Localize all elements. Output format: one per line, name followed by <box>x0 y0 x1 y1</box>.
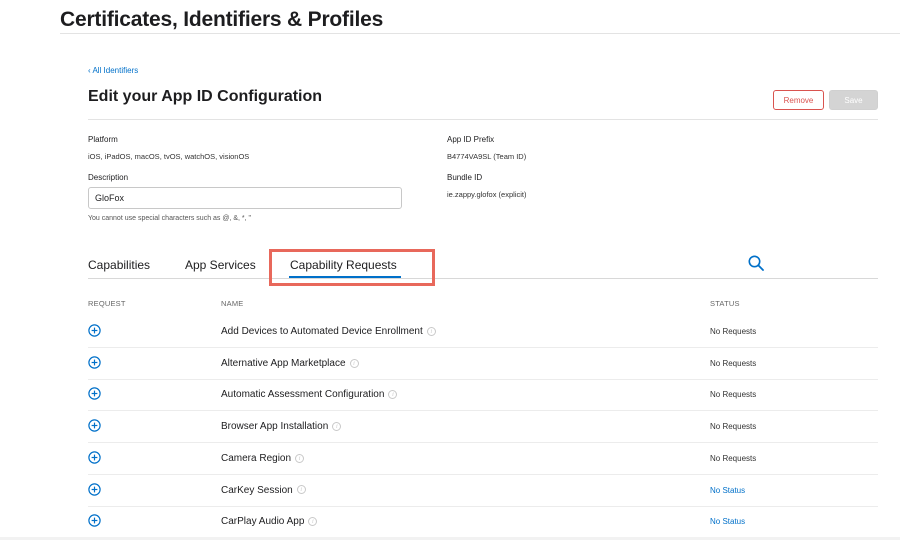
info-icon[interactable]: i <box>296 485 306 495</box>
bundle-id-label: Bundle ID <box>447 173 483 182</box>
plus-circle-icon[interactable] <box>88 419 101 432</box>
plus-circle-icon[interactable] <box>88 482 101 496</box>
capability-name-cell: Add Devices to Automated Device Enrollme… <box>221 326 436 337</box>
info-icon[interactable]: i <box>349 358 359 368</box>
column-header-status: STATUS <box>710 299 740 308</box>
app-id-prefix-label: App ID Prefix <box>447 135 495 144</box>
capability-name: CarPlay Audio App <box>221 516 305 528</box>
plus-circle-icon[interactable] <box>88 514 101 527</box>
description-field[interactable] <box>88 187 402 209</box>
capability-name: Automatic Assessment Configuration <box>221 389 385 401</box>
plus-circle-icon[interactable] <box>88 355 101 369</box>
capability-name: Alternative App Marketplace <box>221 357 346 369</box>
capability-name-cell: Camera Region i <box>221 452 305 464</box>
request-status: No Requests <box>710 390 757 400</box>
tab-capabilities[interactable]: Capabilities <box>88 258 150 272</box>
info-icon[interactable]: i <box>388 390 398 400</box>
request-status: No Requests <box>710 453 757 463</box>
info-icon[interactable]: i <box>332 421 342 431</box>
section-divider <box>88 119 878 120</box>
info-icon[interactable]: i <box>295 453 305 463</box>
description-label: Description <box>88 173 129 182</box>
bundle-id-value: ie.zappy.glofox (explicit) <box>447 190 527 199</box>
highlight-annotation <box>269 249 435 286</box>
table-row: Camera Region i No Requests <box>88 443 878 475</box>
table-row: CarPlay Audio App i No Status <box>88 506 878 539</box>
description-hint: You cannot use special characters such a… <box>88 215 252 222</box>
section-title: Edit your App ID Configuration <box>88 88 323 105</box>
capability-name-cell: Browser App Installation i <box>221 421 342 433</box>
search-icon[interactable] <box>747 254 765 272</box>
platform-label: Platform <box>88 135 118 144</box>
column-header-request: REQUEST <box>88 299 126 308</box>
capability-name-cell: CarPlay Audio App i <box>221 516 318 528</box>
tab-app-services[interactable]: App Services <box>185 258 256 272</box>
save-button[interactable]: Save <box>829 90 878 110</box>
plus-circle-icon[interactable] <box>88 451 101 464</box>
capability-name: Camera Region <box>221 452 292 464</box>
request-status: No Requests <box>710 327 757 336</box>
plus-circle-icon[interactable] <box>88 387 101 401</box>
capability-name: CarKey Session <box>221 484 293 496</box>
tabs-divider <box>88 278 878 279</box>
table-row: Add Devices to Automated Device Enrollme… <box>88 316 878 348</box>
info-icon[interactable]: i <box>426 326 436 336</box>
table-row: Automatic Assessment Configuration i No Re… <box>88 379 878 412</box>
page-title: Certificates, Identifiers & Profiles <box>60 8 384 31</box>
plus-circle-icon[interactable] <box>88 324 101 337</box>
table-row: Browser App Installation i No Requests <box>88 411 878 444</box>
capability-name-cell: Alternative App Marketplace i <box>221 358 359 369</box>
all-identifiers-link[interactable]: ‹ All Identifiers <box>88 66 138 75</box>
capability-name: Add Devices to Automated Device Enrollme… <box>221 326 423 337</box>
table-row: CarKey Session i No Status <box>88 475 878 507</box>
info-icon[interactable]: i <box>308 517 318 527</box>
request-status: No Requests <box>710 422 757 432</box>
table-row: Alternative App Marketplace i No Requests <box>88 348 878 380</box>
platform-value: iOS, iPadOS, macOS, tvOS, watchOS, visio… <box>88 152 250 161</box>
capability-name-cell: CarKey Session i <box>221 485 306 496</box>
request-status[interactable]: No Status <box>710 517 745 526</box>
remove-button[interactable]: Remove <box>773 90 824 110</box>
capability-name-cell: Automatic Assessment Configuration i <box>221 389 398 401</box>
app-id-prefix-value: B4774VA9SL (Team ID) <box>447 152 527 161</box>
request-status[interactable]: No Status <box>710 486 745 495</box>
request-status: No Requests <box>710 358 757 368</box>
title-divider <box>60 33 900 34</box>
capability-name: Browser App Installation <box>221 421 329 433</box>
column-header-name: NAME <box>221 299 244 308</box>
